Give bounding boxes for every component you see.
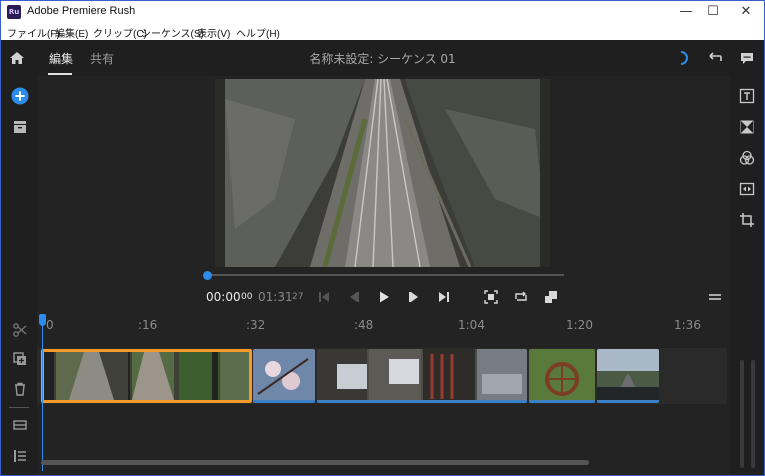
- timeline-clip[interactable]: [317, 349, 527, 403]
- menu-help[interactable]: ヘルプ(H): [236, 25, 280, 40]
- split-scissors-icon[interactable]: [11, 321, 29, 339]
- clip-audio-strip: [597, 400, 659, 403]
- ruler-label: 1:20: [566, 318, 593, 332]
- sequence-title: 名称未設定: シーケンス 01: [309, 52, 456, 66]
- go-to-end-icon[interactable]: [437, 290, 451, 304]
- ruler-label: 0: [46, 318, 54, 332]
- panel-menu-icon[interactable]: [708, 290, 722, 304]
- clip-audio-strip: [253, 400, 315, 403]
- step-forward-icon[interactable]: [407, 290, 421, 304]
- add-media-icon[interactable]: [11, 87, 29, 105]
- current-time: 00:00: [206, 290, 241, 304]
- crop-transform-icon[interactable]: [739, 212, 755, 228]
- fit-frame-icon[interactable]: [484, 290, 498, 304]
- ruler-label: :32: [246, 318, 266, 332]
- app-body: 編集 共有 名称未設定: シーケンス 01 00:00 00 01:31 27 …: [1, 40, 764, 475]
- minimize-button[interactable]: —: [671, 1, 701, 23]
- duration-time: 01:31: [258, 290, 293, 304]
- current-time-frames: 00: [241, 292, 253, 302]
- timeline-clip-selected[interactable]: [41, 349, 252, 403]
- app-logo-icon: Ru: [7, 5, 21, 19]
- undo-icon[interactable]: [706, 49, 724, 67]
- toolbar-divider: [9, 407, 29, 408]
- go-to-start-icon[interactable]: [317, 290, 331, 304]
- menu-view[interactable]: 表示(V): [197, 25, 230, 40]
- app-window: Ru Adobe Premiere Rush — ☐ ✕ ファイル(F) 編集(…: [0, 0, 765, 476]
- program-monitor-preview[interactable]: [215, 79, 550, 267]
- step-back-icon[interactable]: [347, 290, 361, 304]
- maximize-button[interactable]: ☐: [698, 1, 728, 23]
- timeline-horizontal-scrollbar[interactable]: [41, 460, 589, 465]
- comment-icon[interactable]: [738, 49, 756, 67]
- active-tab-indicator: [48, 73, 72, 75]
- project-assets-icon[interactable]: [11, 118, 29, 136]
- track-layout-icon[interactable]: [11, 416, 29, 434]
- menu-file[interactable]: ファイル(F): [7, 25, 60, 40]
- window-title: Adobe Premiere Rush: [27, 5, 136, 17]
- aspect-ratio-icon[interactable]: [544, 290, 558, 304]
- loading-spinner-icon: [680, 51, 688, 65]
- duplicate-icon[interactable]: [11, 350, 29, 368]
- timeline-playhead-handle[interactable]: [39, 314, 46, 326]
- menu-bar: ファイル(F) 編集(E) クリップ(C) シーケンス(S) 表示(V) ヘルプ…: [1, 23, 764, 40]
- timeline-vertical-scrollbar[interactable]: [740, 360, 744, 468]
- playback-scrubber-track[interactable]: [207, 274, 564, 276]
- timeline-clip[interactable]: [597, 349, 659, 403]
- title-bar: Ru Adobe Premiere Rush — ☐ ✕: [1, 1, 764, 23]
- color-icon[interactable]: [739, 150, 755, 166]
- playback-scrubber-handle[interactable]: [203, 271, 212, 280]
- timeline-ruler[interactable]: 0 :16 :32 :48 1:04 1:20 1:36: [37, 313, 730, 337]
- loop-icon[interactable]: [514, 290, 528, 304]
- transitions-icon[interactable]: [739, 119, 755, 135]
- play-icon[interactable]: [377, 290, 391, 304]
- close-button[interactable]: ✕: [731, 1, 761, 23]
- ruler-label: :48: [354, 318, 374, 332]
- clip-audio-strip: [529, 400, 595, 403]
- timeline-clip[interactable]: [529, 349, 595, 403]
- duration-frames: 27: [292, 292, 304, 302]
- ruler-label: 1:36: [674, 318, 701, 332]
- ruler-label: 1:04: [458, 318, 485, 332]
- titles-icon[interactable]: [739, 88, 755, 104]
- ruler-label: :16: [138, 318, 158, 332]
- clip-audio-strip: [317, 400, 527, 403]
- menu-edit[interactable]: 編集(E): [55, 25, 88, 40]
- speed-icon[interactable]: [739, 181, 755, 197]
- right-toolbar: [730, 76, 764, 475]
- timeline-clip[interactable]: [253, 349, 315, 403]
- top-bar: 編集 共有 名称未設定: シーケンス 01: [1, 40, 764, 76]
- track-list-icon[interactable]: [11, 447, 29, 465]
- menu-clip[interactable]: クリップ(C): [93, 25, 147, 40]
- menu-sequence[interactable]: シーケンス(S): [141, 25, 204, 40]
- timeline-playhead-line: [42, 318, 43, 471]
- audio-level-meter: [751, 360, 755, 468]
- left-toolbar: [1, 76, 37, 475]
- delete-trash-icon[interactable]: [11, 380, 29, 398]
